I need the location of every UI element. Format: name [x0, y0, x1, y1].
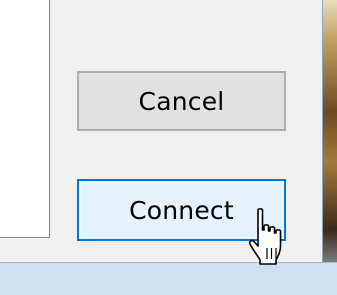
cancel-button[interactable]: Cancel: [77, 71, 286, 131]
cancel-button-label: Cancel: [138, 86, 225, 116]
connect-button-label: Connect: [129, 195, 234, 225]
screen: Cancel Connect: [0, 0, 337, 295]
hand-pointer-cursor-icon: [248, 208, 282, 265]
desktop-background: [322, 0, 337, 295]
window-frame-bottom: [0, 262, 337, 295]
list-panel[interactable]: [0, 0, 50, 238]
